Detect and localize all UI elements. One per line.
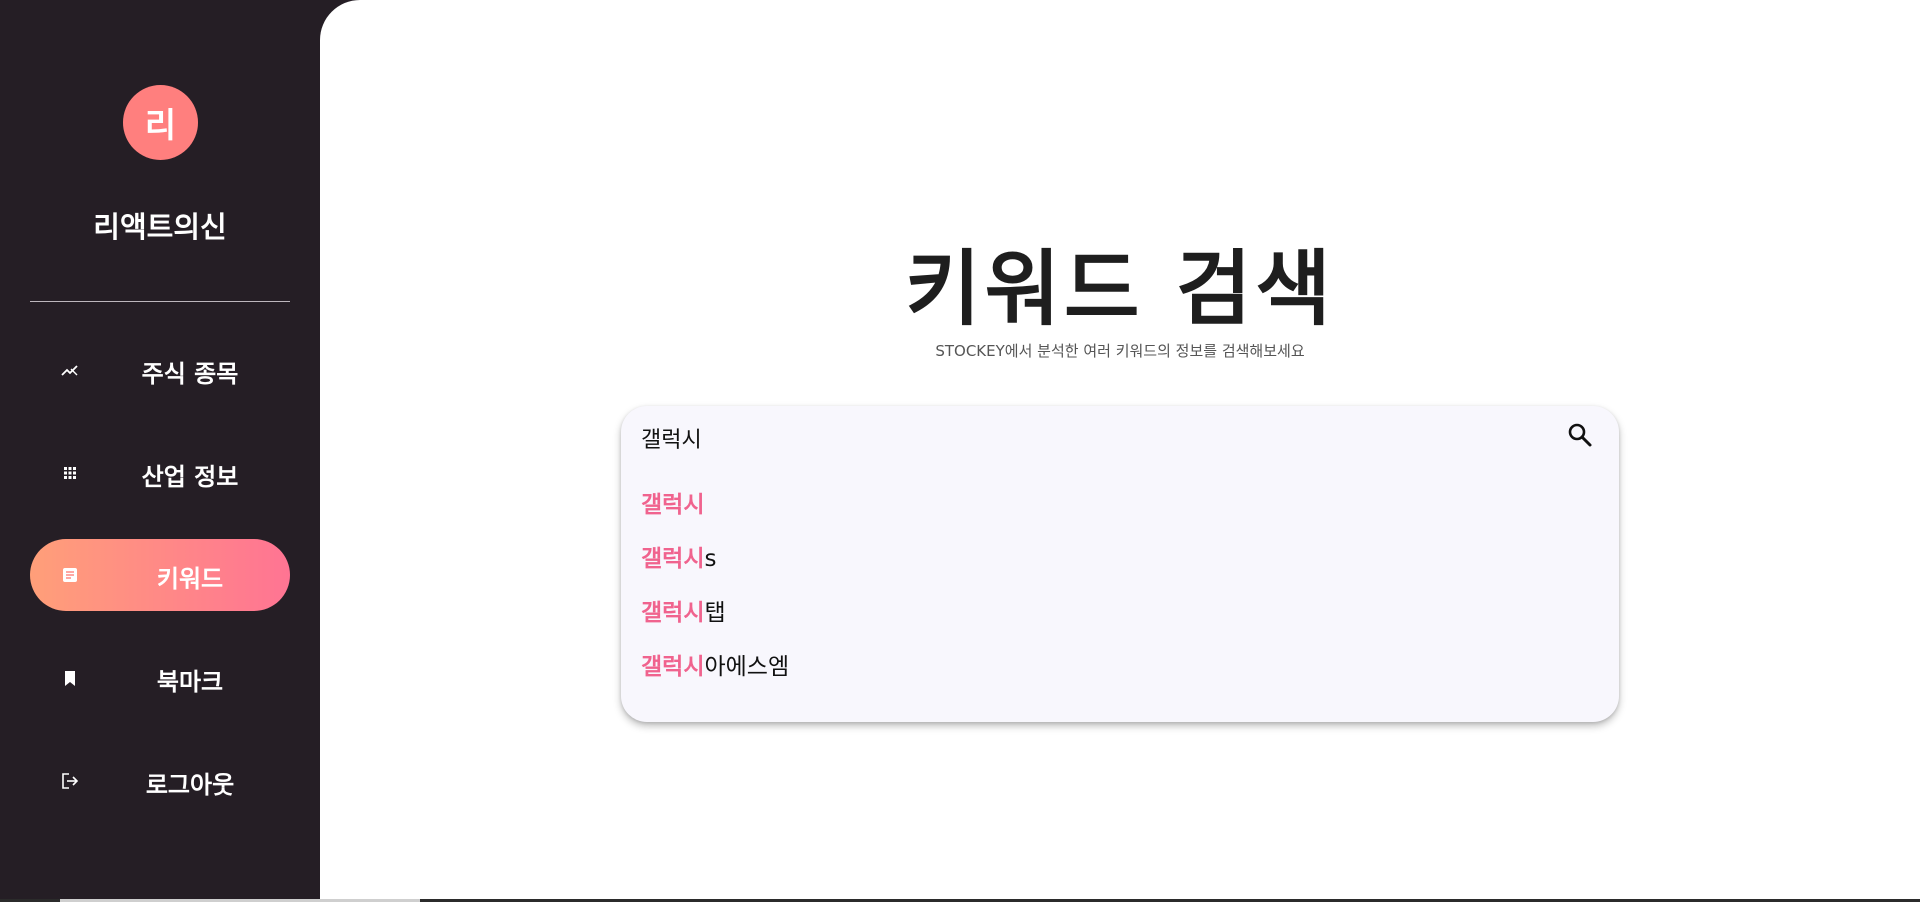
suggestion-rest: 탭 — [704, 600, 726, 626]
page-title: 키워드 검색 — [905, 242, 1335, 337]
username: 리액트의신 — [93, 210, 227, 244]
suggestion-list: 갤럭시 갤럭시s 갤럭시탭 갤럭시아에스엠 — [641, 478, 1541, 694]
grid-icon — [60, 463, 80, 483]
sidebar-item-industry[interactable]: 산업 정보 — [30, 437, 290, 509]
sidebar-item-label: 북마크 — [156, 668, 224, 696]
sidebar-item-label: 주식 종목 — [141, 360, 239, 388]
suggestion-item[interactable]: 갤럭시아에스엠 — [641, 640, 1541, 694]
suggestion-match: 갤럭시 — [641, 600, 705, 626]
page-subtitle: STOCKEY에서 분석한 여러 키워드의 정보를 검색해보세요 — [935, 342, 1305, 360]
suggestion-item[interactable]: 갤럭시 — [641, 478, 1541, 532]
suggestion-rest: 아에스엠 — [704, 654, 790, 680]
suggestion-item[interactable]: 갤럭시s — [641, 532, 1541, 586]
suggestion-match: 갤럭시 — [641, 654, 705, 680]
search-icon[interactable] — [1567, 422, 1593, 448]
sidebar-divider — [30, 301, 290, 302]
suggestion-match: 갤럭시 — [641, 546, 705, 572]
suggestion-item[interactable]: 갤럭시탭 — [641, 586, 1541, 640]
sidebar-item-stocks[interactable]: 주식 종목 — [30, 334, 290, 406]
main-panel: 키워드 검색 STOCKEY에서 분석한 여러 키워드의 정보를 검색해보세요 … — [320, 0, 1920, 899]
sidebar-item-keyword[interactable]: 키워드 — [30, 539, 290, 611]
sidebar-item-label: 산업 정보 — [141, 463, 239, 491]
sidebar: 리 리액트의신 주식 종목 산업 정보 키워드 북마크 로그아웃 — [0, 0, 320, 902]
bookmark-icon — [60, 668, 80, 688]
suggestion-rest: s — [704, 546, 717, 572]
search-box: 갤럭시 갤럭시s 갤럭시탭 갤럭시아에스엠 — [621, 406, 1619, 722]
avatar-initial: 리 — [144, 106, 177, 146]
suggestion-match: 갤럭시 — [641, 492, 705, 518]
logout-icon — [60, 771, 80, 791]
sidebar-item-label: 로그아웃 — [145, 771, 235, 799]
avatar[interactable]: 리 — [123, 85, 198, 160]
sidebar-item-bookmark[interactable]: 북마크 — [30, 642, 290, 714]
sidebar-item-label: 키워드 — [156, 565, 224, 593]
document-icon — [60, 565, 80, 585]
stock-chart-icon — [60, 360, 80, 380]
search-input[interactable] — [641, 416, 1541, 460]
sidebar-item-logout[interactable]: 로그아웃 — [30, 745, 290, 817]
